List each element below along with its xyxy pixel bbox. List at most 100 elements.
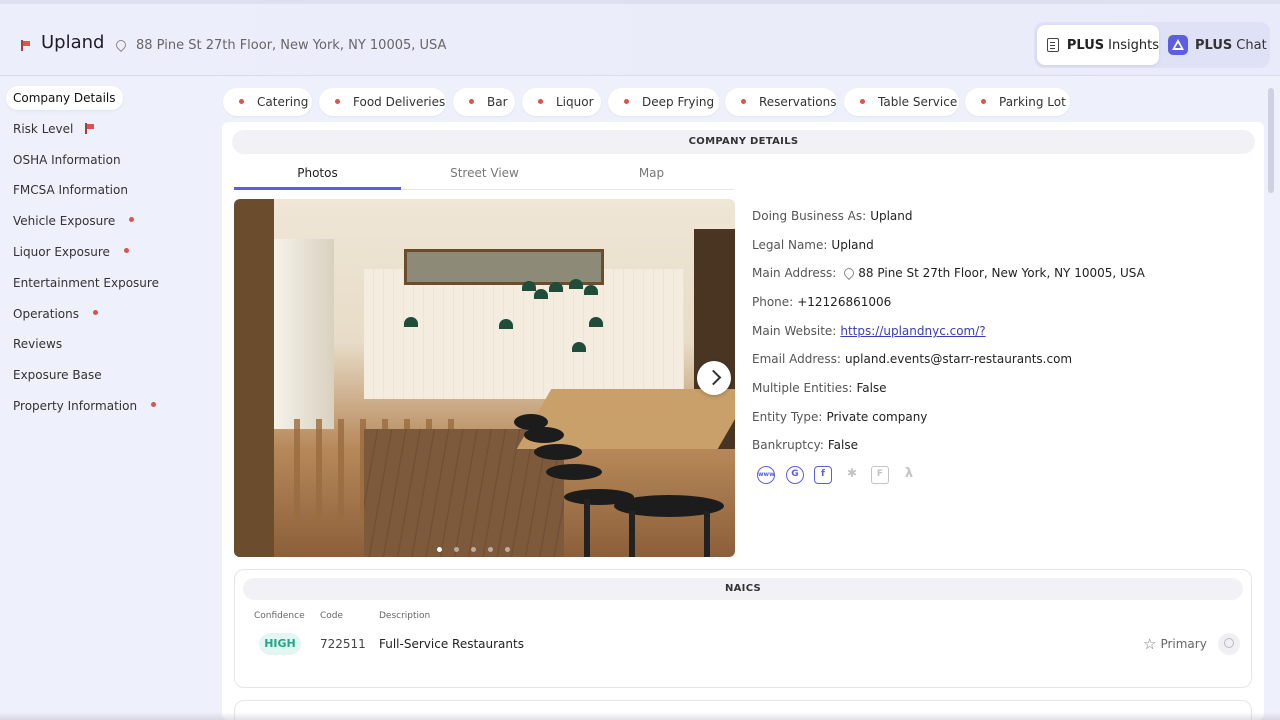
company-details-header: COMPANY DETAILS — [232, 130, 1255, 154]
website-link[interactable]: https://uplandnyc.com/? — [840, 324, 985, 338]
yelp-icon: ✱ — [846, 466, 858, 480]
photo-dot[interactable] — [437, 547, 442, 552]
chip-label: Parking Lot — [999, 95, 1066, 109]
sidebar-item-label: FMCSA Information — [13, 183, 128, 197]
chip-table-service[interactable]: Table Service — [844, 88, 959, 116]
chip-bar[interactable]: Bar — [453, 88, 515, 116]
chip-label: Catering — [257, 95, 309, 109]
sidebar-item-reviews[interactable]: Reviews — [13, 332, 62, 356]
sidebar-item-exposure-base[interactable]: Exposure Base — [13, 363, 102, 387]
detail-email: Email Address: upland.events@starr-restau… — [752, 352, 1072, 366]
sidebar-item-property-information[interactable]: Property Information — [13, 394, 157, 418]
company-title: Upland — [41, 32, 105, 53]
risk-flag-icon — [85, 123, 95, 134]
detail-label: Email Address: — [752, 352, 841, 366]
sidebar-item-operations[interactable]: Operations — [13, 302, 98, 326]
sidebar-item-liquor-exposure[interactable]: Liquor Exposure — [13, 240, 129, 264]
chat-logo-icon — [1168, 35, 1188, 55]
sidebar-item-entertainment-exposure[interactable]: Entertainment Exposure — [13, 271, 159, 295]
tab-street-view[interactable]: Street View — [401, 161, 568, 190]
photo-dot[interactable] — [471, 547, 476, 552]
column-header-code: Code — [320, 611, 344, 621]
chip-label: Food Deliveries — [353, 95, 446, 109]
sidebar-item-vehicle-exposure[interactable]: Vehicle Exposure — [13, 209, 135, 233]
bottom-shade — [0, 712, 1280, 720]
naics-code: 722511 — [320, 637, 366, 651]
detail-bankruptcy: Bankruptcy: False — [752, 438, 858, 452]
page-header: Upland 88 Pine St 27th Floor, New York, … — [0, 0, 1280, 76]
plus-chat-label: Chat — [1236, 37, 1267, 53]
detail-label: Entity Type: — [752, 410, 823, 424]
www-icon[interactable]: www — [757, 466, 775, 484]
naics-header: NAICS — [243, 578, 1243, 600]
detail-value: Private company — [826, 410, 928, 424]
detail-dba: Doing Business As: Upland — [752, 209, 913, 223]
sidebar-item-label: Property Information — [13, 399, 138, 413]
detail-label: Legal Name: — [752, 238, 828, 252]
sidebar-item-label: Liquor Exposure — [13, 245, 110, 259]
detail-label: Main Address: — [752, 266, 837, 280]
plus-insights-label: Insights — [1108, 37, 1159, 53]
primary-label: Primary — [1160, 637, 1207, 651]
detail-label: Bankruptcy: — [752, 438, 824, 452]
active-tab-indicator — [234, 187, 401, 190]
detail-value: Upland — [870, 209, 913, 223]
sidebar-item-risk-level[interactable]: Risk Level — [13, 117, 95, 141]
photo-dot[interactable] — [437, 561, 442, 566]
search-icon[interactable] — [1218, 633, 1240, 655]
chip-liquor[interactable]: Liquor — [522, 88, 601, 116]
column-header-description: Description — [379, 611, 431, 621]
risk-flag-icon — [21, 40, 31, 51]
sidebar-item-company-details[interactable]: Company Details — [6, 86, 123, 110]
primary-toggle[interactable]: ☆ Primary — [1143, 635, 1207, 653]
detail-value: upland.events@starr-restaurants.com — [844, 352, 1073, 366]
chip-label: Reservations — [759, 95, 837, 109]
tripadvisor-icon: λ — [904, 466, 914, 481]
restaurant-photo — [234, 199, 735, 557]
sidebar-item-fmcsa[interactable]: FMCSA Information — [13, 178, 128, 202]
document-icon — [1047, 38, 1059, 52]
detail-value: +12126861006 — [797, 295, 892, 309]
sidebar-item-label: Company Details — [13, 91, 116, 105]
plus-insights-bold: PLUS — [1066, 37, 1105, 53]
chip-reservations[interactable]: Reservations — [725, 88, 837, 116]
photo-next-button[interactable] — [697, 361, 731, 395]
chip-deep-frying[interactable]: Deep Frying — [608, 88, 719, 116]
photo-dot[interactable] — [488, 547, 493, 552]
detail-legal-name: Legal Name: Upland — [752, 238, 874, 252]
tab-map[interactable]: Map — [568, 161, 735, 190]
confidence-badge: HIGH — [259, 633, 301, 655]
sidebar-item-label: Entertainment Exposure — [13, 276, 159, 290]
location-pin-icon — [113, 37, 129, 53]
sidebar-nav: Company Details Risk Level OSHA Informat… — [0, 80, 215, 720]
chip-parking-lot[interactable]: Parking Lot — [965, 88, 1070, 116]
chip-label: Deep Frying — [642, 95, 715, 109]
google-icon[interactable]: G — [786, 466, 804, 484]
sidebar-item-label: Exposure Base — [13, 368, 102, 382]
detail-value: False — [856, 381, 887, 395]
sidebar-item-label: Risk Level — [13, 122, 74, 136]
detail-label: Phone: — [752, 295, 794, 309]
naics-description: Full-Service Restaurants — [379, 637, 524, 651]
detail-entity-type: Entity Type: Private company — [752, 410, 927, 424]
chip-label: Bar — [487, 95, 508, 109]
detail-main-address: Main Address: 88 Pine St 27th Floor, New … — [752, 265, 1145, 281]
plus-insights-button[interactable]: PLUS Insights — [1037, 25, 1159, 65]
plus-chat-button[interactable]: PLUS Chat — [1164, 25, 1268, 65]
sidebar-item-osha[interactable]: OSHA Information — [13, 148, 121, 172]
photo-dot[interactable] — [505, 547, 510, 552]
photo-dot[interactable] — [454, 547, 459, 552]
facebook-icon[interactable]: f — [814, 466, 832, 484]
sidebar-item-label: OSHA Information — [13, 153, 121, 167]
photo-pagination — [437, 541, 537, 566]
alert-dot — [92, 310, 98, 315]
alert-dot — [129, 217, 135, 222]
plus-toggle-group: PLUS Insights PLUS Chat — [1034, 22, 1270, 68]
chip-catering[interactable]: Catering — [223, 88, 312, 116]
star-icon: ☆ — [1143, 635, 1157, 653]
detail-phone: Phone: +12126861006 — [752, 295, 891, 309]
tab-photos[interactable]: Photos — [234, 161, 401, 190]
scrollbar[interactable] — [1268, 88, 1274, 193]
chip-label: Liquor — [556, 95, 594, 109]
chip-food-deliveries[interactable]: Food Deliveries — [319, 88, 446, 116]
